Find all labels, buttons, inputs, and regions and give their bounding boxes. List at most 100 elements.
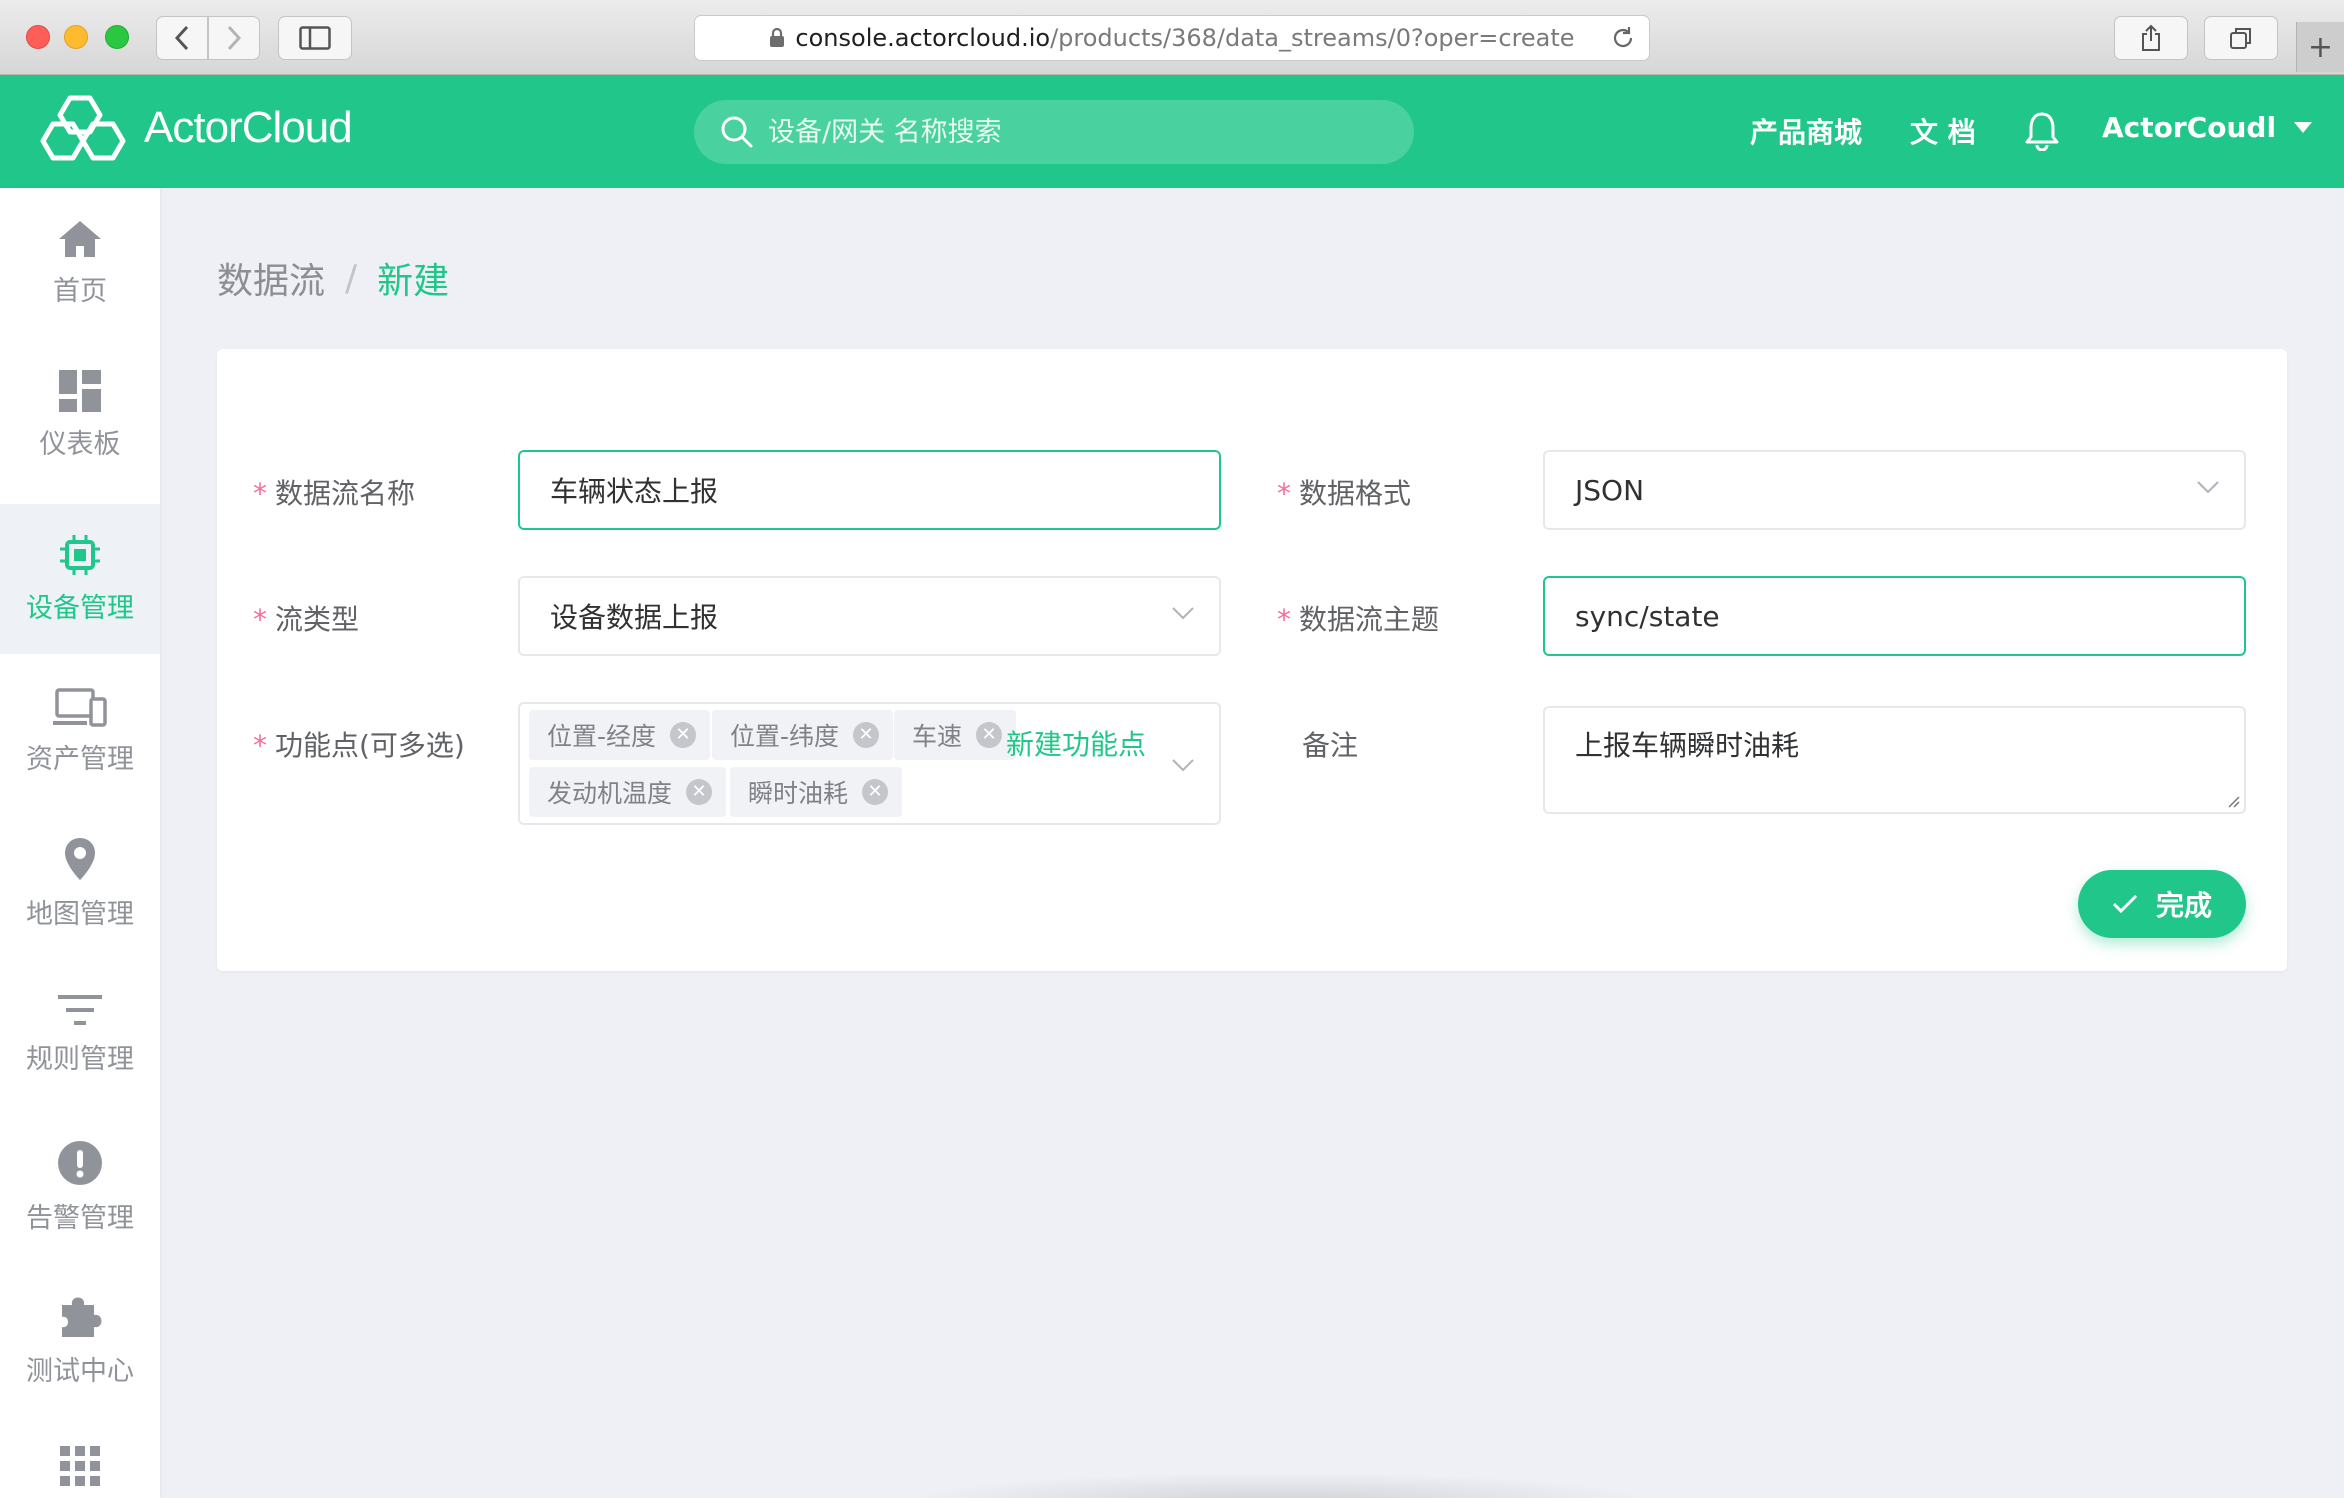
dashboard-icon <box>59 369 101 412</box>
apps-grid-icon <box>60 1446 100 1486</box>
search-input[interactable] <box>768 116 1368 148</box>
required-mark: * <box>253 603 267 636</box>
puzzle-icon <box>62 1297 102 1337</box>
url-host: console.actorcloud.io <box>795 24 1051 52</box>
form-card <box>217 349 2287 971</box>
nav-item-dashboard[interactable]: 仪表板 <box>0 340 160 490</box>
address-bar[interactable]: console.actorcloud.io/products/368/data_… <box>694 15 1650 61</box>
stream-topic-field[interactable] <box>1543 576 2246 656</box>
user-name: ActorCoudl <box>2102 111 2277 144</box>
nav-item-more-apps[interactable] <box>0 1416 160 1498</box>
stream-type-select[interactable]: 设备数据上报 <box>518 576 1221 656</box>
stream-topic-input[interactable] <box>1575 599 2214 633</box>
nav-item-rule-management[interactable]: 规则管理 <box>0 960 160 1110</box>
breadcrumb-current: 新建 <box>377 261 450 302</box>
map-pin-icon <box>65 837 95 880</box>
remark-value: 上报车辆瞬时油耗 <box>1575 729 1800 762</box>
breadcrumb-separator: / <box>345 257 358 299</box>
nav-item-device-management[interactable]: 设备管理 <box>0 504 160 654</box>
stream-name-input[interactable] <box>550 473 1189 507</box>
reload-icon[interactable] <box>1611 26 1635 50</box>
stream-topic-label: * 数据流主题 <box>1277 603 1440 636</box>
check-icon <box>2112 894 2138 914</box>
remark-textarea[interactable]: 上报车辆瞬时油耗 <box>1543 706 2246 814</box>
nav-label: 设备管理 <box>26 592 134 624</box>
breadcrumb: 数据流 / 新建 <box>217 252 449 304</box>
hexagon-logo-icon <box>40 95 126 161</box>
close-icon[interactable]: ✕ <box>686 779 713 805</box>
zoom-window-button[interactable] <box>105 25 129 49</box>
function-point-tag: 位置-纬度 ✕ <box>712 710 894 760</box>
stream-type-value: 设备数据上报 <box>550 601 719 634</box>
app-header: ActorCloud 产品商城 文 档 ActorCoudl <box>0 75 2344 188</box>
resize-handle-icon[interactable] <box>2226 794 2240 808</box>
close-window-button[interactable] <box>26 25 50 49</box>
sidebar-toggle-button[interactable] <box>278 16 352 60</box>
plus-icon: + <box>2307 29 2334 65</box>
nav-label: 地图管理 <box>26 898 134 930</box>
breadcrumb-parent[interactable]: 数据流 <box>217 252 325 304</box>
required-mark: * <box>1277 477 1291 510</box>
devices-icon <box>53 687 107 727</box>
tab-overview-button[interactable] <box>2204 16 2278 60</box>
product-store-link[interactable]: 产品商城 <box>1750 111 1862 151</box>
filter-icon <box>58 994 102 1025</box>
close-icon[interactable]: ✕ <box>862 779 889 805</box>
scroll-shadow <box>900 1472 1660 1498</box>
docs-link[interactable]: 文 档 <box>1910 111 1976 151</box>
required-mark: * <box>1277 603 1291 636</box>
chevron-down-icon <box>2197 481 2219 494</box>
nav-label: 规则管理 <box>26 1043 134 1075</box>
close-icon[interactable]: ✕ <box>976 722 1003 748</box>
nav-label: 告警管理 <box>26 1202 134 1234</box>
search-icon <box>721 116 753 148</box>
submit-button[interactable]: 完成 <box>2078 870 2246 938</box>
function-point-tag: 发动机温度 ✕ <box>529 767 727 817</box>
required-mark: * <box>253 477 267 510</box>
nav-item-alert-management[interactable]: 告警管理 <box>0 1112 160 1262</box>
sidebar-icon <box>299 26 331 50</box>
browser-toolbar: console.actorcloud.io/products/368/data_… <box>0 0 2344 75</box>
nav-label: 仪表板 <box>39 428 121 460</box>
global-search[interactable] <box>694 100 1414 164</box>
alert-icon <box>58 1140 102 1185</box>
chevron-down-icon <box>1172 759 1194 772</box>
close-icon[interactable]: ✕ <box>853 722 880 748</box>
nav-item-test-center[interactable]: 测试中心 <box>0 1264 160 1414</box>
tabs-icon <box>2230 28 2251 49</box>
close-icon[interactable]: ✕ <box>670 722 697 748</box>
new-function-point-link[interactable]: 新建功能点 <box>1006 723 1146 763</box>
minimize-window-button[interactable] <box>64 25 88 49</box>
chevron-left-icon <box>174 25 189 51</box>
forward-button[interactable] <box>208 16 260 60</box>
required-mark: * <box>253 729 267 762</box>
nav-label: 首页 <box>53 275 107 307</box>
data-format-select[interactable]: JSON <box>1543 450 2246 530</box>
nav-item-map-management[interactable]: 地图管理 <box>0 808 160 958</box>
logo[interactable]: ActorCloud <box>38 93 353 163</box>
function-point-tag: 瞬时油耗 ✕ <box>730 767 903 817</box>
nav-item-asset-management[interactable]: 资产管理 <box>0 656 160 806</box>
stream-type-label: * 流类型 <box>253 603 360 636</box>
nav-label: 资产管理 <box>26 743 134 775</box>
function-point-tag: 位置-经度 ✕ <box>529 710 711 760</box>
url-path: /products/368/data_streams/0?oper=create <box>1050 24 1575 52</box>
submit-label: 完成 <box>2155 889 2212 922</box>
user-menu[interactable]: ActorCoudl <box>2102 111 2313 144</box>
stream-name-label: * 数据流名称 <box>253 477 416 510</box>
share-button[interactable] <box>2114 16 2188 60</box>
nav-item-home[interactable]: 首页 <box>0 188 160 338</box>
back-button[interactable] <box>156 16 208 60</box>
chip-icon <box>60 534 100 575</box>
bell-icon[interactable] <box>2024 111 2060 151</box>
lock-icon <box>770 28 785 47</box>
chevron-right-icon <box>227 25 242 51</box>
stream-name-field[interactable] <box>518 450 1221 530</box>
new-tab-button[interactable]: + <box>2296 22 2344 72</box>
function-point-tag: 车速 ✕ <box>894 710 1017 760</box>
share-icon <box>2142 24 2160 51</box>
function-points-label: * 功能点(可多选) <box>253 729 465 762</box>
logo-text: ActorCloud <box>144 103 353 152</box>
remark-label: 备注 <box>1302 729 1359 762</box>
data-format-value: JSON <box>1575 473 1645 507</box>
